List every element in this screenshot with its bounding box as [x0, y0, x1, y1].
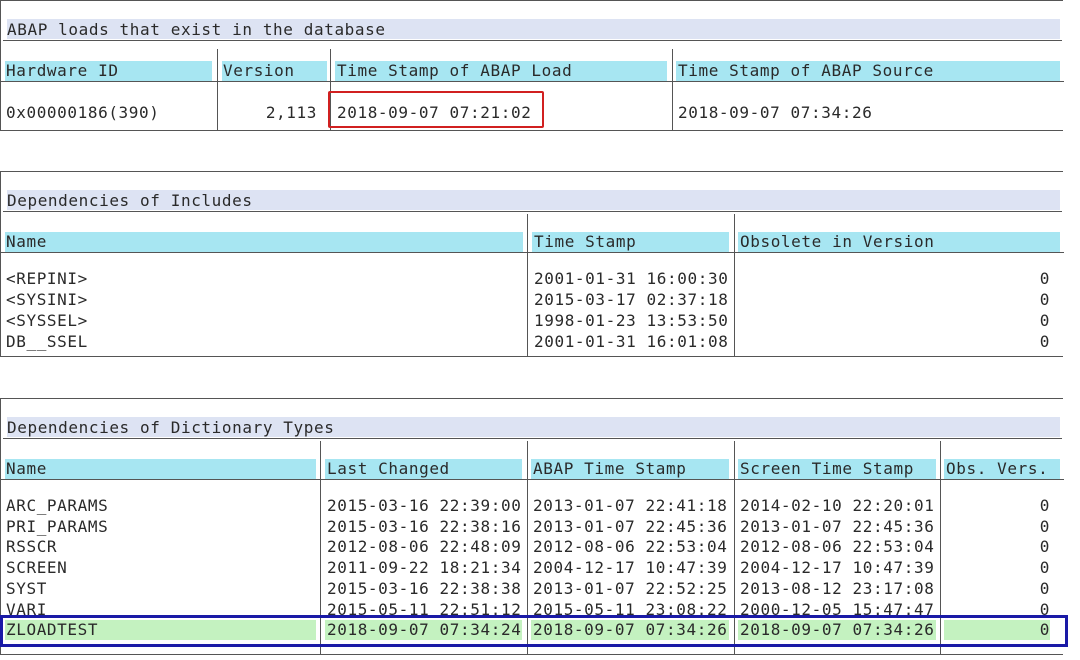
- source-timestamp-value: 2018-09-07 07:34:26: [678, 103, 873, 122]
- include-name: DB__SSEL: [6, 332, 88, 351]
- screen-timestamp: 2014-02-10 22:20:01: [740, 496, 935, 515]
- column-header-obsolete-version[interactable]: Obsolete in Version: [740, 232, 934, 252]
- abap-timestamp: 2012-08-06 22:53:04: [533, 537, 728, 557]
- section-title-bar: ABAP loads that exist in the database: [3, 1, 1062, 41]
- abap-timestamp: 2013-01-07 22:45:36: [533, 516, 728, 536]
- column-header-screen-timestamp[interactable]: Screen Time Stamp: [740, 459, 914, 479]
- table-header-row: Name Last Changed ABAP Time Stamp Screen…: [1, 439, 1064, 480]
- include-name: <SYSINI>: [6, 290, 88, 309]
- column-header-obs-vers[interactable]: Obs. Vers.: [946, 459, 1048, 479]
- last-changed: 2011-09-22 18:21:34: [327, 558, 522, 578]
- abap-timestamp: 2004-12-17 10:47:39: [533, 558, 728, 578]
- column-header-source-timestamp[interactable]: Time Stamp of ABAP Source: [678, 61, 934, 81]
- screen-timestamp: 2012-08-06 22:53:04: [740, 537, 935, 557]
- abap-timestamp: 2013-01-07 22:52:25: [533, 578, 728, 598]
- dict-type-name: SYST: [6, 578, 47, 598]
- section-title-bar: Dependencies of Dictionary Types: [3, 399, 1062, 439]
- table-header-row: Name Time Stamp Obsolete in Version: [1, 212, 1064, 253]
- screen-timestamp: 2013-01-07 22:45:36: [740, 516, 935, 536]
- include-obsolete-version: 0: [1039, 269, 1050, 288]
- screen-timestamp: 2004-12-17 10:47:39: [740, 558, 935, 578]
- obs-vers: 0: [1039, 578, 1050, 598]
- column-header-name[interactable]: Name: [6, 459, 47, 479]
- obs-vers: 0: [1039, 558, 1050, 578]
- screen-timestamp: 2013-08-12 23:17:08: [740, 578, 935, 598]
- include-obsolete-version: 0: [1039, 311, 1050, 330]
- include-name: <SYSSEL>: [6, 311, 88, 330]
- abap-timestamp: 2013-01-07 22:41:18: [533, 496, 728, 515]
- include-timestamp: 2001-01-31 16:00:30: [534, 269, 729, 288]
- abap-loads-title: ABAP loads that exist in the database: [7, 20, 386, 39]
- column-header-version[interactable]: Version: [223, 61, 295, 81]
- includes-title: Dependencies of Includes: [7, 191, 253, 210]
- include-timestamp: 2001-01-31 16:01:08: [534, 332, 729, 351]
- include-timestamp: 1998-01-23 13:53:50: [534, 311, 729, 330]
- dictionary-types-title: Dependencies of Dictionary Types: [7, 418, 335, 437]
- obs-vers: 0: [1039, 537, 1050, 557]
- dict-type-name: SCREEN: [6, 558, 68, 578]
- dict-type-name: PRI_PARAMS: [6, 516, 109, 536]
- include-timestamp: 2015-03-17 02:37:18: [534, 290, 729, 309]
- last-changed: 2015-03-16 22:39:00: [327, 496, 522, 515]
- last-changed: 2015-03-16 22:38:16: [327, 516, 522, 536]
- last-changed: 2015-03-16 22:38:38: [327, 578, 522, 598]
- obs-vers: 0: [1039, 496, 1050, 515]
- hardware-id-value: 0x00000186(390): [6, 103, 160, 122]
- column-header-load-timestamp[interactable]: Time Stamp of ABAP Load: [337, 61, 572, 81]
- dict-type-name: ARC_PARAMS: [6, 496, 109, 515]
- column-header-abap-timestamp[interactable]: ABAP Time Stamp: [533, 459, 687, 479]
- includes-section: Dependencies of Includes Name Time Stamp…: [0, 171, 1064, 357]
- zloadtest-row-highlight-box: [0, 615, 1068, 647]
- table-header-row: Hardware ID Version Time Stamp of ABAP L…: [1, 41, 1064, 82]
- load-timestamp-highlight-box: [328, 91, 544, 128]
- dict-type-name: RSSCR: [6, 537, 58, 557]
- column-header-name[interactable]: Name: [6, 232, 47, 252]
- column-header-last-changed[interactable]: Last Changed: [327, 459, 450, 479]
- last-changed: 2012-08-06 22:48:09: [327, 537, 522, 557]
- include-obsolete-version: 0: [1039, 332, 1050, 351]
- include-obsolete-version: 0: [1039, 290, 1050, 309]
- version-value: 2,113: [265, 103, 317, 122]
- section-title-bar: Dependencies of Includes: [3, 172, 1062, 212]
- obs-vers: 0: [1039, 516, 1050, 536]
- column-header-timestamp[interactable]: Time Stamp: [534, 232, 636, 252]
- include-name: <REPINI>: [6, 269, 88, 288]
- column-header-hardware-id[interactable]: Hardware ID: [6, 61, 119, 81]
